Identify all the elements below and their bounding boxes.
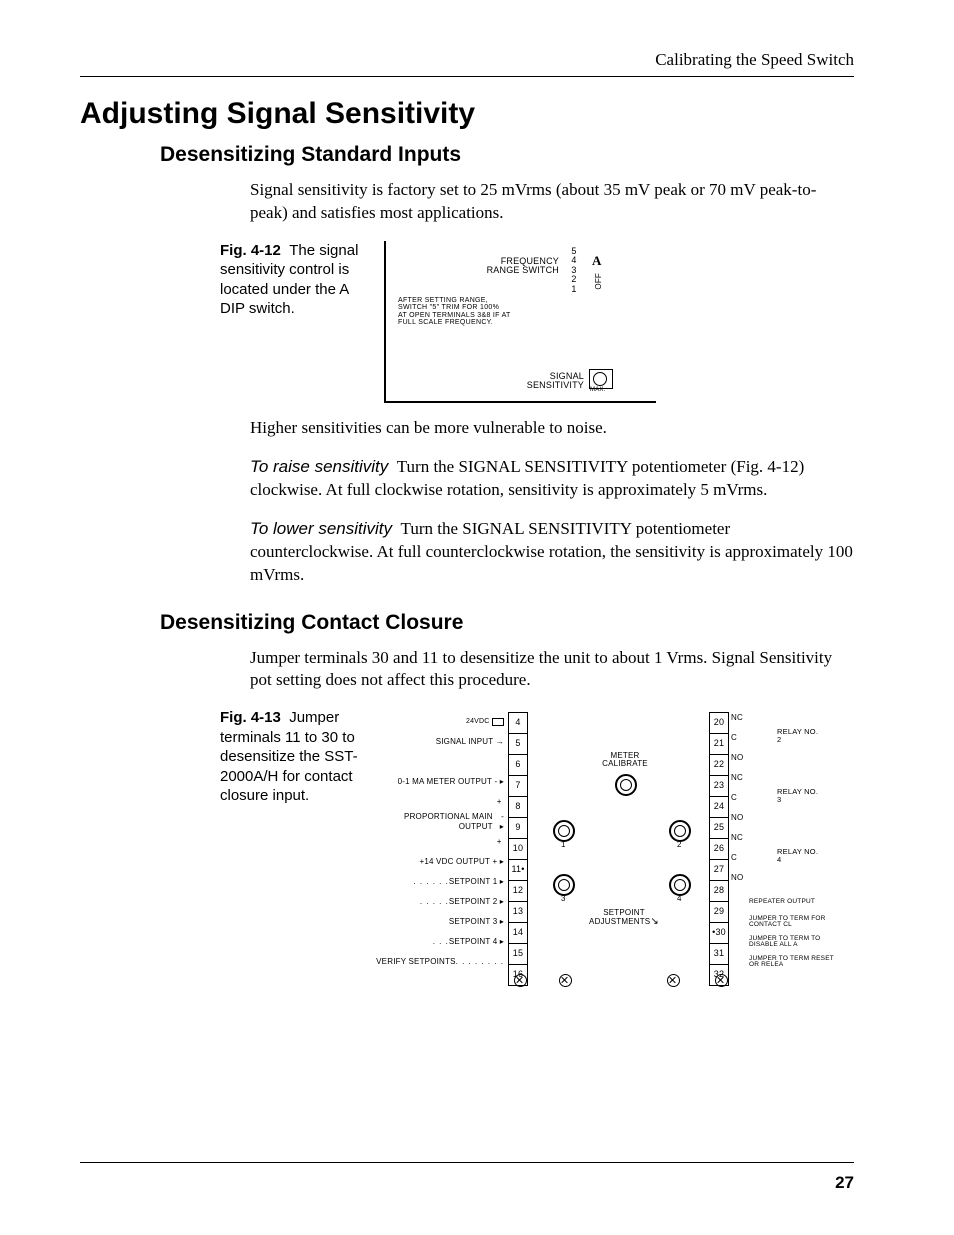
fig-4-12-image: FREQUENCY RANGE SWITCH 5 4 3 2 1 A OFF A… bbox=[384, 241, 656, 403]
range-note: AFTER SETTING RANGE, SWITCH "5" TRIM FOR… bbox=[398, 297, 548, 326]
dip-switch: 5 4 3 2 1 bbox=[564, 247, 584, 294]
dip-off-label: OFF bbox=[594, 273, 603, 290]
h1-adjusting-signal-sensitivity: Adjusting Signal Sensitivity bbox=[80, 97, 854, 131]
pot-3-num: 3 bbox=[561, 894, 566, 903]
meter-calibrate-label: METER CALIBRATE bbox=[590, 752, 660, 768]
screw-icon bbox=[667, 974, 680, 987]
lower-sensitivity-label: To lower sensitivity bbox=[250, 519, 392, 538]
fig-4-12-graphic: FREQUENCY RANGE SWITCH 5 4 3 2 1 A OFF A… bbox=[394, 247, 648, 397]
p-lower-sensitivity: To lower sensitivity Turn the SIGNAL SEN… bbox=[250, 518, 854, 587]
fig-4-13-number: Fig. 4-13 bbox=[220, 709, 281, 726]
setpoint-pot-1-icon bbox=[553, 820, 575, 842]
dip-column-a: A bbox=[592, 253, 602, 269]
center-adjustment-area: METER CALIBRATE 1 2 3 4 SETPOINT ADJUSTM… bbox=[535, 712, 705, 982]
relay-contact-symbols: NC C NO NC C NO NC C NO bbox=[731, 712, 745, 972]
figure-4-12-row: Fig. 4-12 The signal sensitivity control… bbox=[80, 241, 854, 403]
setpoint-pot-2-icon bbox=[669, 820, 691, 842]
pot-1-num: 1 bbox=[561, 840, 566, 849]
running-header: Calibrating the Speed Switch bbox=[80, 50, 854, 77]
pot-max-label: MAX. bbox=[590, 387, 605, 393]
left-terminal-labels: 24VDC SIGNAL INPUT → 0-1 MA METER OUTPUT… bbox=[375, 712, 504, 972]
running-head-text: Calibrating the Speed Switch bbox=[655, 50, 854, 69]
p-sec2-intro: Jumper terminals 30 and 11 to desensitiz… bbox=[250, 647, 854, 693]
pot-2-num: 2 bbox=[677, 840, 682, 849]
fig-4-13-caption: Fig. 4-13 Jumper terminals 11 to 30 to d… bbox=[220, 708, 375, 806]
right-terminal-numbers: 20 21 22 23 24 25 26 27 28 29 •30 31 32 bbox=[709, 712, 729, 986]
right-terminal-labels: REPEATER OUTPUT JUMPER TO TERM FOR CONTA… bbox=[749, 712, 839, 972]
p-sec1-intro: Signal sensitivity is factory set to 25 … bbox=[250, 179, 854, 225]
signal-sensitivity-label: SIGNAL SENSITIVITY bbox=[524, 372, 584, 390]
fig-4-13-graphic: 24VDC SIGNAL INPUT → 0-1 MA METER OUTPUT… bbox=[375, 712, 821, 992]
page-number: 27 bbox=[835, 1173, 854, 1193]
screw-icon bbox=[559, 974, 572, 987]
footer-rule bbox=[80, 1162, 854, 1163]
signal-sensitivity-pot-icon bbox=[589, 369, 613, 389]
figure-4-13-row: Fig. 4-13 Jumper terminals 11 to 30 to d… bbox=[80, 708, 854, 992]
fig-4-12-number: Fig. 4-12 bbox=[220, 242, 281, 259]
pot-4-num: 4 bbox=[677, 894, 682, 903]
body-sec1-rest: Higher sensitivities can be more vulnera… bbox=[250, 417, 854, 587]
body-sec2-p1: Jumper terminals 30 and 11 to desensitiz… bbox=[250, 647, 854, 693]
p-raise-sensitivity: To raise sensitivity Turn the SIGNAL SEN… bbox=[250, 456, 854, 502]
meter-cal-pot-icon bbox=[615, 774, 637, 796]
fig-4-12-caption: Fig. 4-12 The signal sensitivity control… bbox=[220, 241, 370, 319]
h2-desensitizing-contact-closure: Desensitizing Contact Closure bbox=[160, 611, 854, 635]
body-sec1-p1: Signal sensitivity is factory set to 25 … bbox=[250, 179, 854, 225]
freq-range-switch-label: FREQUENCY RANGE SWITCH bbox=[474, 257, 559, 276]
fig-4-13-image: 24VDC SIGNAL INPUT → 0-1 MA METER OUTPUT… bbox=[375, 708, 821, 992]
p-noise-warning: Higher sensitivities can be more vulnera… bbox=[250, 417, 854, 440]
h2-desensitizing-standard-inputs: Desensitizing Standard Inputs bbox=[160, 143, 854, 167]
setpoint-pot-4-icon bbox=[669, 874, 691, 896]
raise-sensitivity-label: To raise sensitivity bbox=[250, 457, 388, 476]
setpoint-adjustments-label: SETPOINT ADJUSTMENTS↘ bbox=[589, 909, 659, 927]
setpoint-pot-3-icon bbox=[553, 874, 575, 896]
left-terminal-numbers: 4 5 6 7 8 9 10 11• 12 13 14 15 16 bbox=[508, 712, 528, 986]
